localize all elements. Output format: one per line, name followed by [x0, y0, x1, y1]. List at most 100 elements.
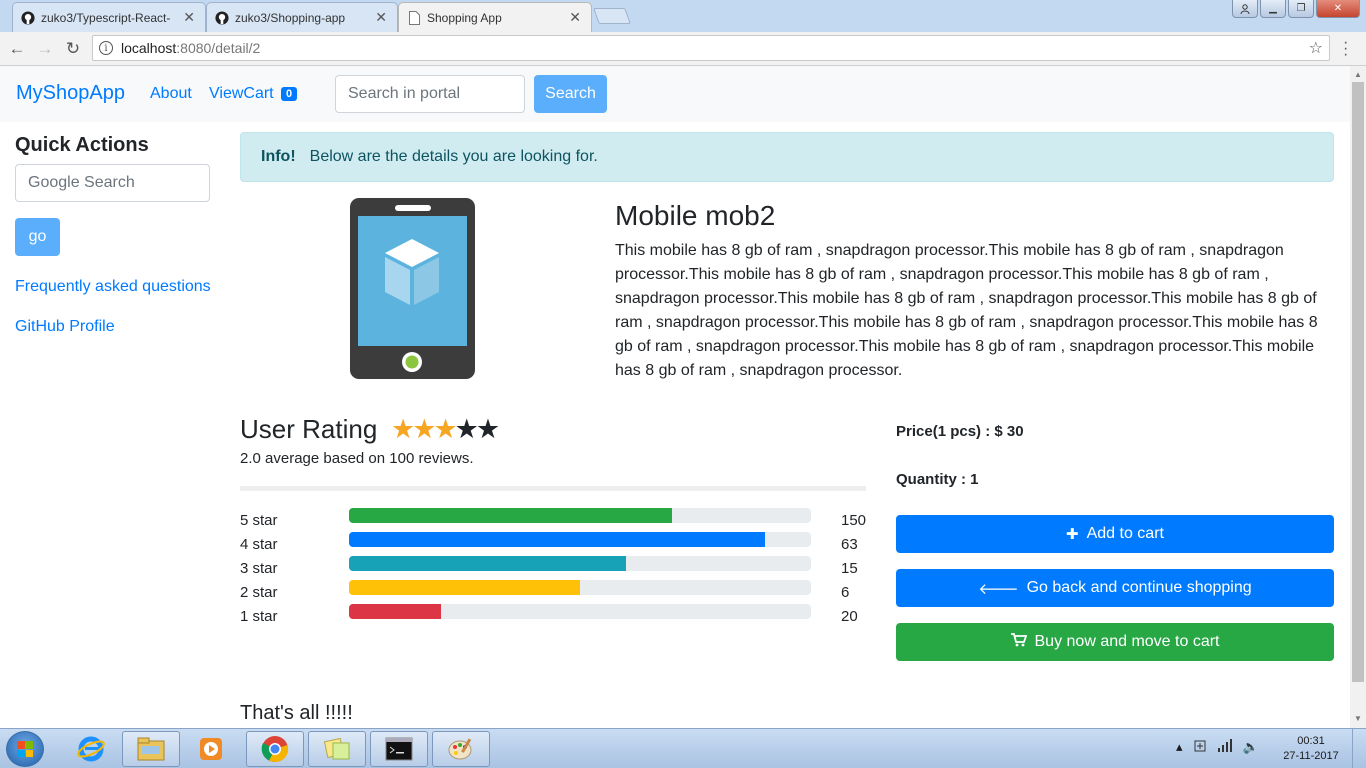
rating-row-label: 4 star — [240, 536, 278, 553]
alert-text: Below are the details you are looking fo… — [309, 148, 598, 165]
rating-bar-track — [349, 532, 811, 547]
product-image — [349, 197, 476, 385]
menu-dots-icon[interactable]: · · · — [1343, 35, 1348, 63]
clock-time: 00:31 — [1297, 735, 1325, 747]
footer-text: That's all !!!!! — [240, 702, 353, 724]
address-bar: ← → ↻ i localhost:8080/detail/2 ☆ · · · — [0, 32, 1366, 66]
close-icon[interactable]: ✕ — [569, 9, 581, 26]
google-search-input[interactable] — [15, 164, 210, 202]
page-icon — [407, 10, 421, 25]
scroll-down-icon[interactable]: ▼ — [1354, 714, 1362, 723]
rating-summary: 2.0 average based on 100 reviews. — [240, 450, 474, 467]
page-scrollbar[interactable]: ▲ ▼ — [1350, 66, 1366, 728]
scroll-thumb[interactable] — [1352, 82, 1364, 682]
tab-title: zuko3/Typescript-React- — [41, 10, 171, 25]
cart-count-badge: 0 — [281, 87, 298, 101]
rating-row-label: 3 star — [240, 560, 278, 577]
faq-link[interactable]: Frequently asked questions — [15, 278, 211, 296]
star-rating: ★★★★★ — [391, 414, 500, 445]
star-icon: ★ — [391, 414, 415, 444]
rating-row: 4 star 63 — [240, 532, 870, 556]
go-button[interactable]: go — [15, 218, 60, 256]
browser-tabstrip: zuko3/Typescript-React- ✕ zuko3/Shopping… — [0, 0, 1366, 32]
nav-viewcart-link[interactable]: ViewCart — [209, 85, 274, 103]
plus-icon: ✚ — [1066, 526, 1079, 543]
go-back-button[interactable]: 🡐 Go back and continue shopping — [896, 569, 1334, 607]
paint-icon[interactable] — [432, 731, 490, 767]
star-icon: ★ — [433, 414, 457, 444]
forward-arrow-icon[interactable]: → — [34, 38, 56, 60]
minimize-button[interactable]: ▁ — [1260, 0, 1286, 18]
github-icon — [21, 10, 35, 25]
sidebar-title: Quick Actions — [15, 134, 149, 156]
tab-title: zuko3/Shopping-app — [235, 10, 346, 25]
info-alert: Info! Below are the details you are look… — [240, 132, 1334, 182]
url-host: localhost — [121, 40, 177, 56]
buy-now-button[interactable]: Buy now and move to cart — [896, 623, 1334, 661]
buy-now-label: Buy now and move to cart — [1034, 633, 1220, 650]
rating-row: 5 star 150 — [240, 508, 870, 532]
tab-title: Shopping App — [427, 10, 502, 25]
clock-date: 27-11-2017 — [1283, 750, 1339, 762]
rating-row-label: 2 star — [240, 584, 278, 601]
window-close-button[interactable]: ✕ — [1316, 0, 1360, 18]
go-back-label: Go back and continue shopping — [1026, 579, 1252, 596]
rating-bar-fill — [349, 580, 580, 595]
restore-button[interactable]: ❐ — [1288, 0, 1314, 18]
rating-bar-track — [349, 604, 811, 619]
close-icon[interactable]: ✕ — [375, 9, 387, 26]
rating-bar-fill — [349, 556, 627, 571]
browser-tab-3[interactable]: Shopping App ✕ — [398, 2, 592, 32]
alert-strong: Info! — [261, 148, 296, 165]
chrome-icon[interactable] — [246, 731, 304, 767]
file-explorer-icon[interactable] — [122, 731, 180, 767]
search-button[interactable]: Search — [534, 75, 607, 113]
page-content: MyShopApp About ViewCart 0 Search Quick … — [0, 66, 1350, 728]
user-icon[interactable] — [1232, 0, 1258, 18]
price-label: Price(1 pcs) : $ 30 — [896, 423, 1024, 440]
new-tab-button[interactable] — [593, 8, 631, 24]
action-center-icon[interactable] — [1193, 739, 1207, 756]
tray-expand-icon[interactable]: ▴ — [1176, 739, 1183, 756]
portal-search-input[interactable] — [335, 75, 525, 113]
network-icon[interactable] — [1217, 739, 1233, 756]
show-desktop-button[interactable] — [1352, 729, 1366, 768]
browser-tab-2[interactable]: zuko3/Shopping-app ✕ — [206, 2, 398, 32]
command-prompt-icon[interactable] — [370, 731, 428, 767]
rating-bar-fill — [349, 508, 673, 523]
brand-link[interactable]: MyShopApp — [16, 82, 125, 105]
nav-about-link[interactable]: About — [150, 85, 192, 103]
rating-row-count: 150 — [841, 512, 867, 529]
rating-bar-track — [349, 508, 811, 523]
windows-logo-icon — [17, 741, 33, 757]
rating-row: 2 star 6 — [240, 580, 870, 604]
info-icon[interactable]: i — [99, 41, 113, 55]
back-arrow-icon[interactable]: ← — [6, 38, 28, 60]
rating-bar-fill — [349, 532, 765, 547]
rating-row-label: 1 star — [240, 608, 278, 625]
scroll-up-icon[interactable]: ▲ — [1354, 70, 1362, 79]
sticky-notes-icon[interactable] — [308, 731, 366, 767]
media-player-icon[interactable] — [182, 731, 240, 767]
rating-bar-fill — [349, 604, 442, 619]
browser-tab-1[interactable]: zuko3/Typescript-React- ✕ — [12, 2, 206, 32]
url-field[interactable]: i localhost:8080/detail/2 ☆ — [92, 35, 1330, 61]
rating-row-count: 6 — [841, 584, 850, 601]
github-icon — [215, 10, 229, 25]
start-button[interactable] — [6, 731, 44, 767]
reload-icon[interactable]: ↻ — [62, 38, 84, 60]
star-icon: ★ — [454, 414, 479, 444]
rating-bar-track — [349, 556, 811, 571]
rating-row-count: 15 — [841, 560, 858, 577]
rating-bar-track — [349, 580, 811, 595]
volume-icon[interactable]: 🔈 — [1243, 739, 1259, 756]
internet-explorer-icon[interactable] — [62, 731, 120, 767]
taskbar: ▴ 🔈 00:31 27-11-2017 — [0, 728, 1366, 768]
url-path: :8080/detail/2 — [176, 40, 261, 56]
bookmark-star-icon[interactable]: ☆ — [1309, 38, 1323, 58]
system-clock[interactable]: 00:31 27-11-2017 — [1282, 734, 1340, 764]
star-icon: ★ — [475, 414, 500, 444]
add-to-cart-button[interactable]: ✚ Add to cart — [896, 515, 1334, 553]
close-icon[interactable]: ✕ — [183, 9, 195, 26]
github-profile-link[interactable]: GitHub Profile — [15, 318, 115, 336]
